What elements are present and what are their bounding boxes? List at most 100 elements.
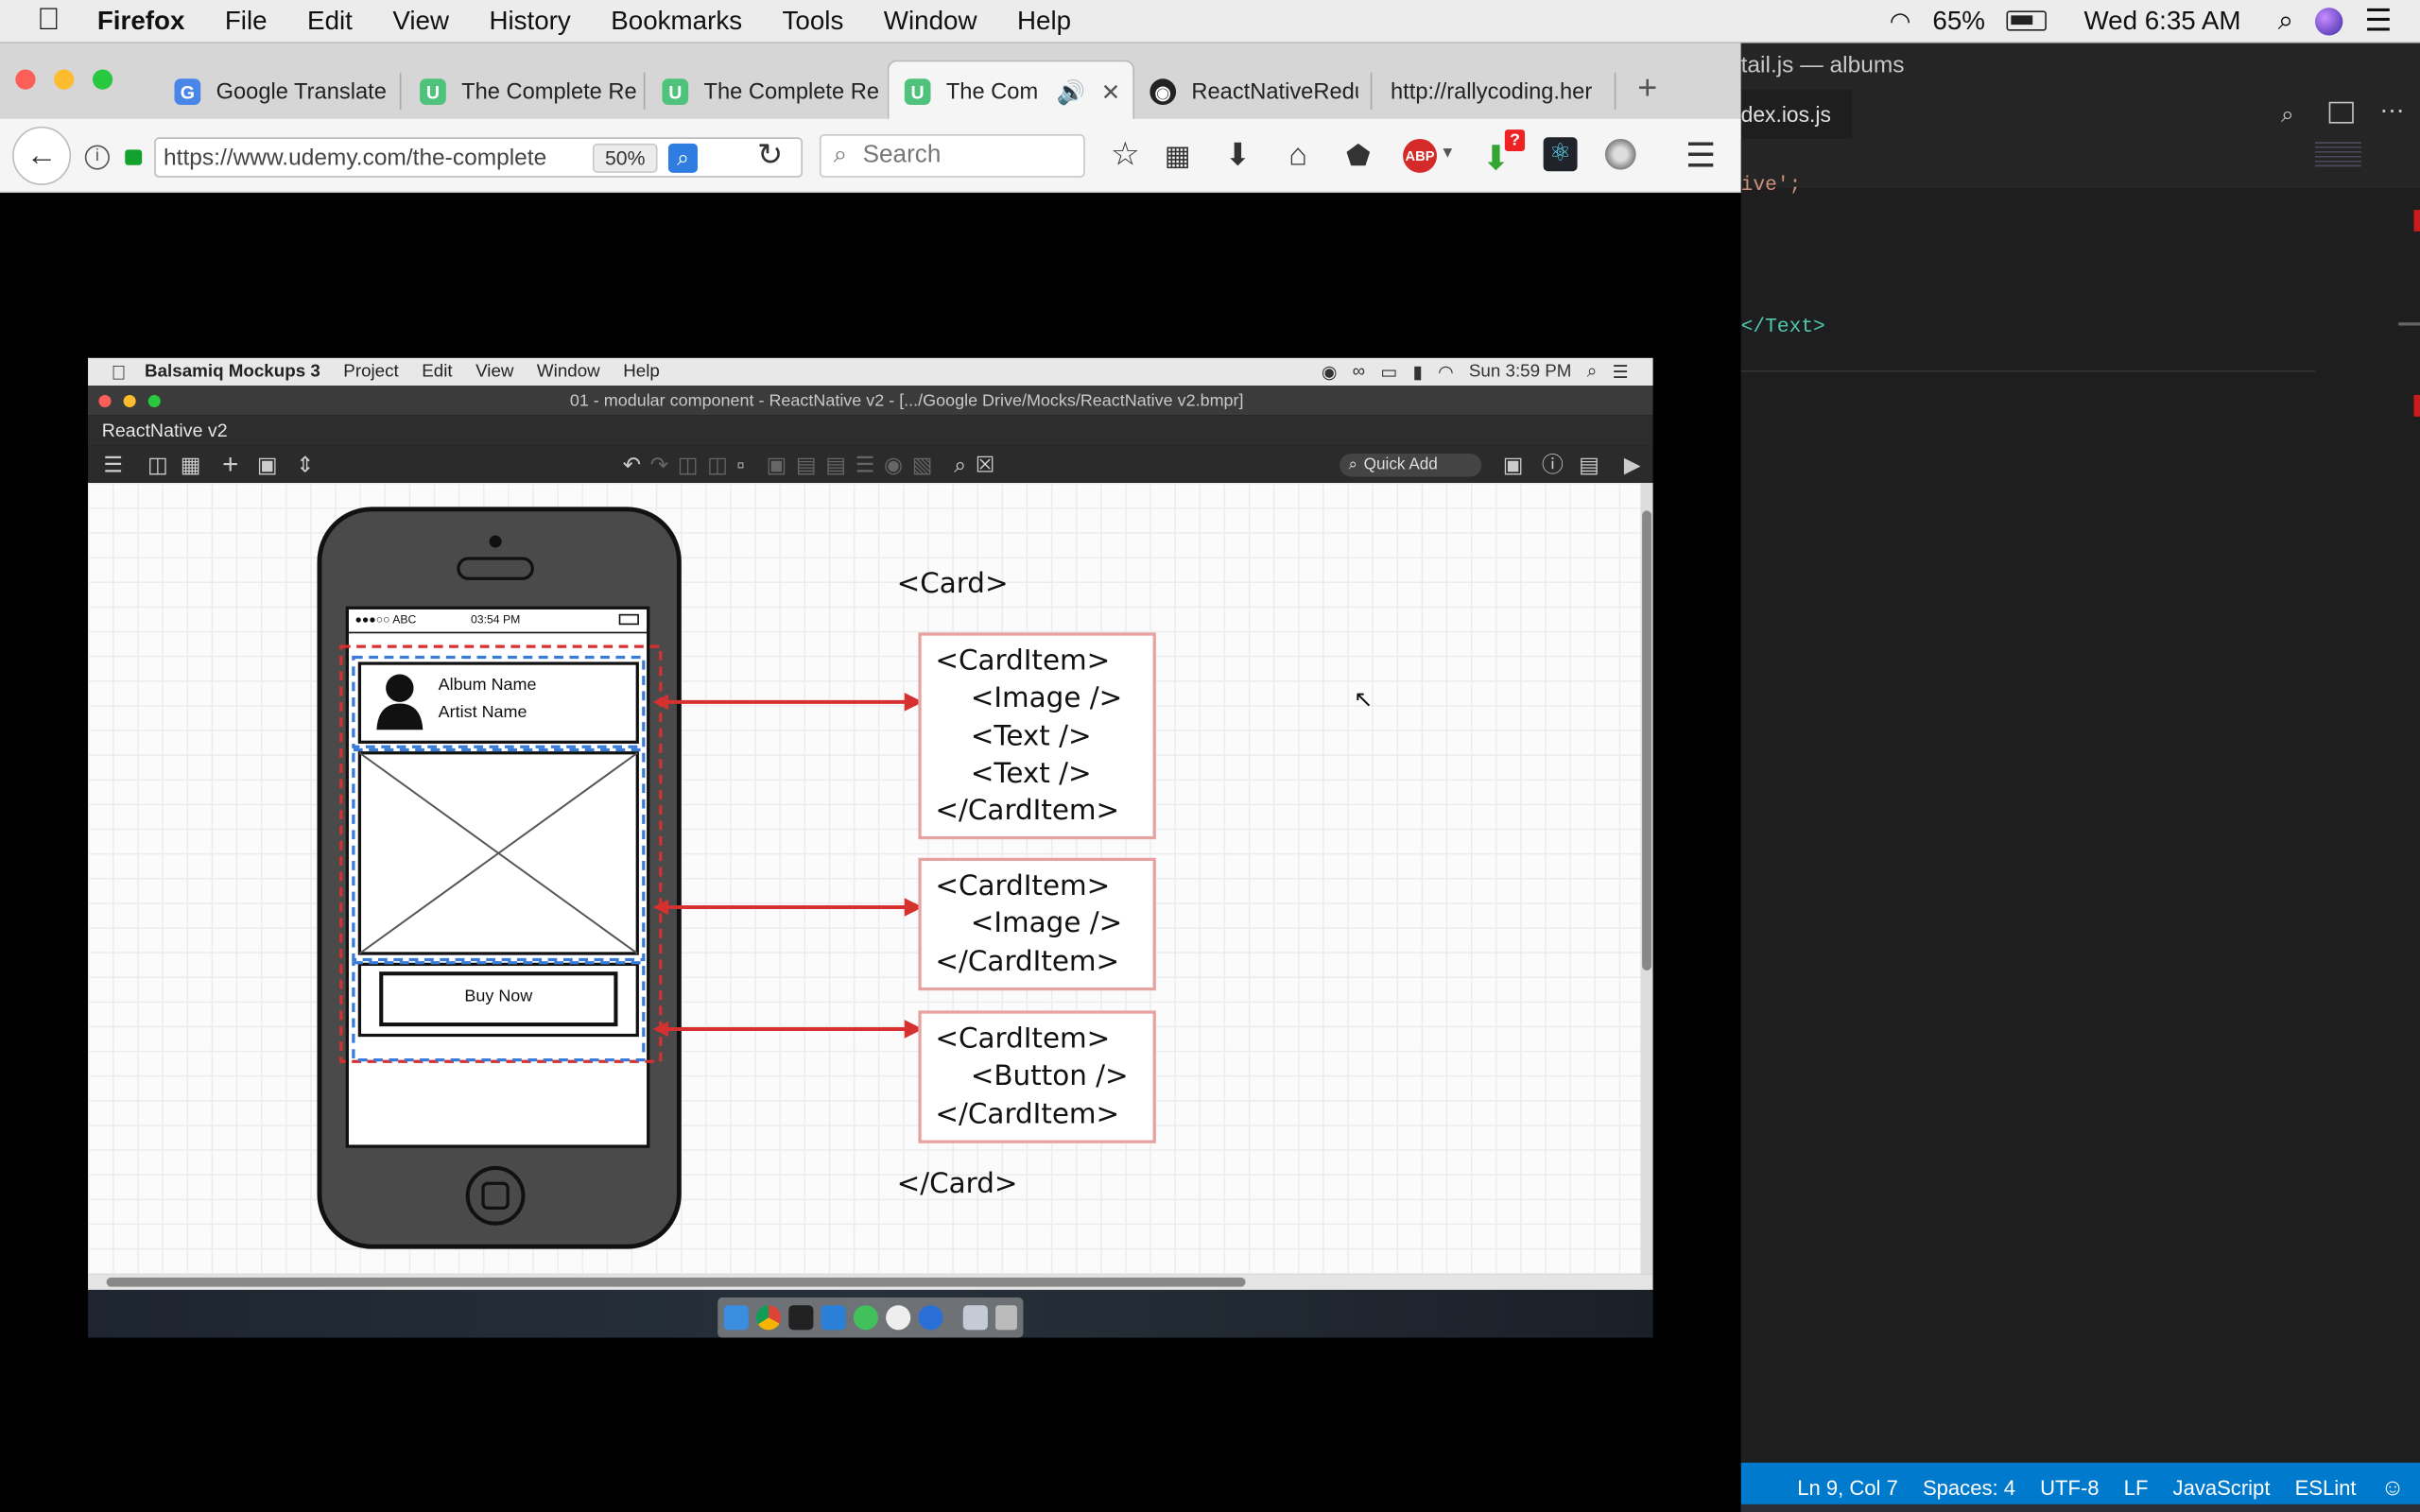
menu-bookmarks[interactable]: Bookmarks (611, 6, 742, 37)
terminal-icon (788, 1305, 814, 1331)
tab-close-icon[interactable]: ✕ (1101, 77, 1121, 106)
close-window-button[interactable] (15, 69, 36, 90)
documents-icon (962, 1305, 988, 1331)
balsamiq-menu-window: Window (522, 362, 600, 382)
status-line-ending[interactable]: LF (2124, 1476, 2149, 1499)
reload-icon[interactable]: ↻ (753, 139, 787, 173)
align-icon: ▤ (825, 451, 846, 476)
tab-title: The Complete Re (703, 79, 878, 105)
bookmark-star-icon[interactable]: ☆ (1108, 138, 1142, 173)
tab-rallycoding[interactable]: http://rallycoding.her (1391, 68, 1599, 116)
menu-edit[interactable]: Edit (307, 6, 353, 37)
minimize-window-button[interactable] (54, 69, 75, 90)
tab-github[interactable]: ◉ ReactNativeRedu (1150, 68, 1358, 116)
code-line-text-close[interactable]: </Text> (1741, 315, 1825, 337)
mouse-cursor-icon: ↖ (1353, 686, 1374, 713)
pocket-icon[interactable]: ⬟ (1341, 139, 1375, 173)
distribute-icon: ☰ (855, 451, 875, 476)
tab-udemy-active-content[interactable]: U The Comp 🔊 ✕ (904, 68, 1121, 116)
card-close-tag: </Card> (896, 1167, 1018, 1201)
menu-file[interactable]: File (225, 6, 268, 37)
glasses-icon: ∞ (1352, 362, 1366, 382)
vscode-title: tail.js — albums (1740, 43, 2420, 90)
status-cursor-position[interactable]: Ln 9, Col 7 (1797, 1476, 1898, 1499)
video-downloader-icon[interactable] (1604, 138, 1636, 170)
new-tab-plus-icon[interactable]: + (1637, 68, 1657, 108)
udemy-icon: U (904, 78, 931, 106)
spotlight-search-icon[interactable]: ⌕ (2278, 5, 2293, 37)
artist-name-text: Artist Name (438, 703, 527, 723)
status-eslint[interactable]: ESLint (2295, 1476, 2357, 1499)
align-icon: ▤ (795, 451, 817, 476)
home-icon[interactable]: ⌂ (1281, 139, 1315, 173)
info-icon[interactable]: i (84, 145, 110, 170)
status-encoding[interactable]: UTF-8 (2040, 1476, 2099, 1499)
google-translate-icon: G (174, 78, 201, 106)
carditem-box-1: <CardItem> <Image /> <Text /> <Text /> <… (918, 632, 1156, 840)
close-window-button (98, 394, 112, 407)
spotlight-icon: ⌕ (1586, 361, 1598, 381)
tab-separator (1614, 72, 1616, 110)
notification-center-icon[interactable]: ☰ (2364, 2, 2392, 41)
undo-icon: ↶ (622, 451, 641, 476)
url-bar[interactable]: i https://www.udemy.com/the-complete 50%… (84, 137, 803, 178)
browser-icon (918, 1305, 943, 1331)
url-text[interactable]: https://www.udemy.com/the-complete (164, 145, 583, 171)
more-actions-icon[interactable]: ⋯ (2380, 95, 2405, 127)
home-button-icon (465, 1165, 526, 1226)
menu-help[interactable]: Help (1017, 6, 1071, 37)
back-button[interactable]: ← (12, 126, 72, 185)
quick-add-field: ⌕ Quick Add (1339, 453, 1481, 476)
tab-title: Google Translate (216, 79, 387, 105)
status-language[interactable]: JavaScript (2173, 1476, 2271, 1499)
code-line-import[interactable]: ive'; (1741, 173, 1802, 196)
bookmarks-library-icon[interactable]: ▦ (1161, 139, 1195, 173)
chrome-icon (756, 1305, 782, 1331)
menu-tools[interactable]: Tools (783, 6, 844, 37)
buy-now-label: Buy Now (464, 987, 533, 1006)
battery-percent: 65% (1932, 5, 1985, 35)
status-indentation[interactable]: Spaces: 4 (1923, 1476, 2015, 1499)
dock (717, 1297, 1024, 1338)
search-icon: ⌕ (1348, 454, 1358, 473)
open-changes-icon[interactable]: ⌕ (2281, 102, 2294, 129)
zoom-level-badge[interactable]: 50% (592, 143, 658, 173)
menubar-clock[interactable]: Wed 6:35 AM (2083, 6, 2240, 37)
album-name-text: Album Name (438, 676, 537, 695)
tab-title: ReactNativeRedu (1191, 79, 1358, 105)
redo-icon: ↷ (649, 451, 668, 476)
menu-view[interactable]: View (392, 6, 449, 37)
downloads-icon[interactable]: ⬇ (1220, 139, 1254, 173)
apple-icon:  (112, 360, 127, 383)
tab-udemy-1[interactable]: U The Complete Re (420, 68, 636, 116)
wifi-icon[interactable]: ◠ (1890, 6, 1911, 37)
siri-icon[interactable] (2315, 7, 2343, 35)
battery-icon[interactable] (2006, 10, 2048, 31)
menu-history[interactable]: History (489, 6, 570, 37)
error-marker (2413, 210, 2420, 232)
lock-icon[interactable] (125, 149, 143, 165)
feedback-smiley-icon[interactable]: ☺ (2381, 1474, 2405, 1501)
error-marker (2413, 394, 2420, 417)
zoom-window-button[interactable] (92, 69, 113, 90)
react-devtools-icon[interactable]: ⚛ (1543, 137, 1578, 172)
speaker-icon[interactable]: 🔊 (1057, 77, 1086, 106)
apple-icon[interactable]:  (37, 3, 60, 39)
search-engine-icon[interactable]: ⌕ (667, 143, 699, 173)
adblock-plus-icon[interactable]: ABP (1403, 138, 1437, 173)
tab-google-translate[interactable]: G Google Translate (174, 68, 390, 116)
tab-udemy-2[interactable]: U The Complete Re (662, 68, 878, 116)
duplicate-icon: ▣ (256, 451, 278, 476)
search-box[interactable]: ⌕ Search (819, 134, 1085, 178)
minimap[interactable] (2314, 142, 2361, 167)
adblock-dropdown-icon[interactable]: ▼ (1440, 145, 1455, 162)
clear-icon: ☒ (975, 451, 995, 476)
app-menu-firefox[interactable]: Firefox (97, 6, 185, 37)
project-name: ReactNative v2 (101, 420, 228, 441)
hamburger-menu-icon[interactable]: ☰ (1684, 138, 1718, 173)
menu-window[interactable]: Window (884, 6, 977, 37)
phone-battery-icon (618, 613, 639, 626)
split-editor-icon[interactable] (2328, 101, 2354, 124)
record-icon: ◉ (1321, 364, 1338, 383)
vscode-tab-index-ios[interactable]: dex.ios.js (1740, 89, 1853, 139)
